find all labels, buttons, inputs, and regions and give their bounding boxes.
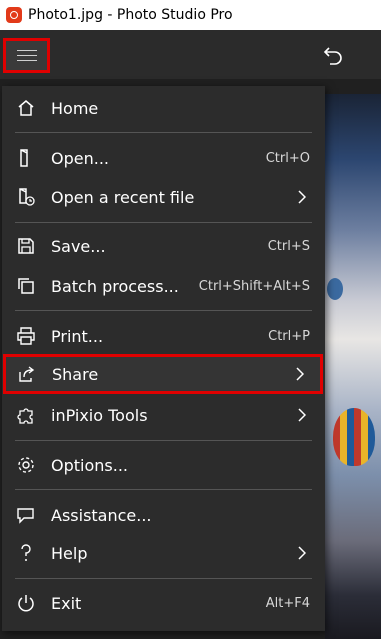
print-icon <box>15 325 37 347</box>
menu-button[interactable] <box>3 38 50 73</box>
menu-item-save[interactable]: Save... Ctrl+S <box>2 228 325 264</box>
window-title: Photo1.jpg - Photo Studio Pro <box>28 7 233 23</box>
menu-item-label: Assistance... <box>51 505 152 525</box>
chat-icon <box>15 504 37 526</box>
menu-item-label: Open a recent file <box>51 187 195 207</box>
menu-item-shortcut: Alt+F4 <box>265 595 310 611</box>
menu-item-exit[interactable]: Exit Alt+F4 <box>2 585 325 621</box>
menu-item-label: Batch process... <box>51 276 179 296</box>
menu-separator <box>15 440 312 441</box>
menu-item-options[interactable]: Options... <box>2 447 325 483</box>
menu-item-shortcut: Ctrl+S <box>267 238 310 254</box>
undo-icon <box>323 47 342 65</box>
menu-item-share[interactable]: Share <box>3 354 323 394</box>
menu-item-label: Open... <box>51 148 109 168</box>
menu-separator <box>15 310 312 311</box>
menu-separator <box>15 489 312 490</box>
menu-item-label: Home <box>51 98 99 118</box>
chevron-right-icon <box>297 190 307 204</box>
app-logo-icon <box>6 7 22 23</box>
menu-item-label: inPixio Tools <box>51 405 148 425</box>
menu-separator <box>15 578 312 579</box>
menu-item-help[interactable]: Help <box>2 535 325 571</box>
photo-balloon <box>333 408 375 466</box>
undo-button[interactable] <box>318 42 348 68</box>
photo-balloon-small <box>327 278 343 300</box>
menu-item-recent[interactable]: Open a recent file <box>2 179 325 215</box>
title-bar: Photo1.jpg - Photo Studio Pro <box>0 0 381 30</box>
menu-item-label: Save... <box>51 236 106 256</box>
menu-separator <box>15 222 312 223</box>
chevron-right-icon <box>297 408 307 422</box>
menu-item-label: Share <box>52 364 99 384</box>
batch-icon <box>15 275 37 297</box>
gear-icon <box>15 454 37 476</box>
recent-file-icon <box>15 186 37 208</box>
chevron-right-icon <box>295 367 305 381</box>
menu-item-inpixio-tools[interactable]: inPixio Tools <box>2 397 325 433</box>
menu-item-label: Help <box>51 543 88 563</box>
menu-item-shortcut: Ctrl+Shift+Alt+S <box>198 278 310 294</box>
save-icon <box>15 235 37 257</box>
main-menu: Home Open... Ctrl+O Open a recent file S… <box>2 86 325 631</box>
menu-item-batch[interactable]: Batch process... Ctrl+Shift+Alt+S <box>2 268 325 304</box>
menu-item-assistance[interactable]: Assistance... <box>2 497 325 533</box>
question-icon <box>15 542 37 564</box>
menu-item-open[interactable]: Open... Ctrl+O <box>2 140 325 176</box>
photo-canvas[interactable] <box>325 94 381 639</box>
menu-item-label: Exit <box>51 593 82 613</box>
puzzle-icon <box>15 404 37 426</box>
menu-item-shortcut: Ctrl+P <box>268 328 310 344</box>
menu-item-label: Print... <box>51 326 104 346</box>
hamburger-icon <box>16 49 37 62</box>
menu-item-label: Options... <box>51 455 128 475</box>
home-icon <box>15 97 37 119</box>
menu-item-print[interactable]: Print... Ctrl+P <box>2 318 325 354</box>
menu-item-shortcut: Ctrl+O <box>265 150 310 166</box>
menu-separator <box>15 132 312 133</box>
menu-item-home[interactable]: Home <box>2 90 325 126</box>
open-file-icon <box>15 147 37 169</box>
share-icon <box>16 363 38 385</box>
power-icon <box>15 592 37 614</box>
chevron-right-icon <box>297 546 307 560</box>
